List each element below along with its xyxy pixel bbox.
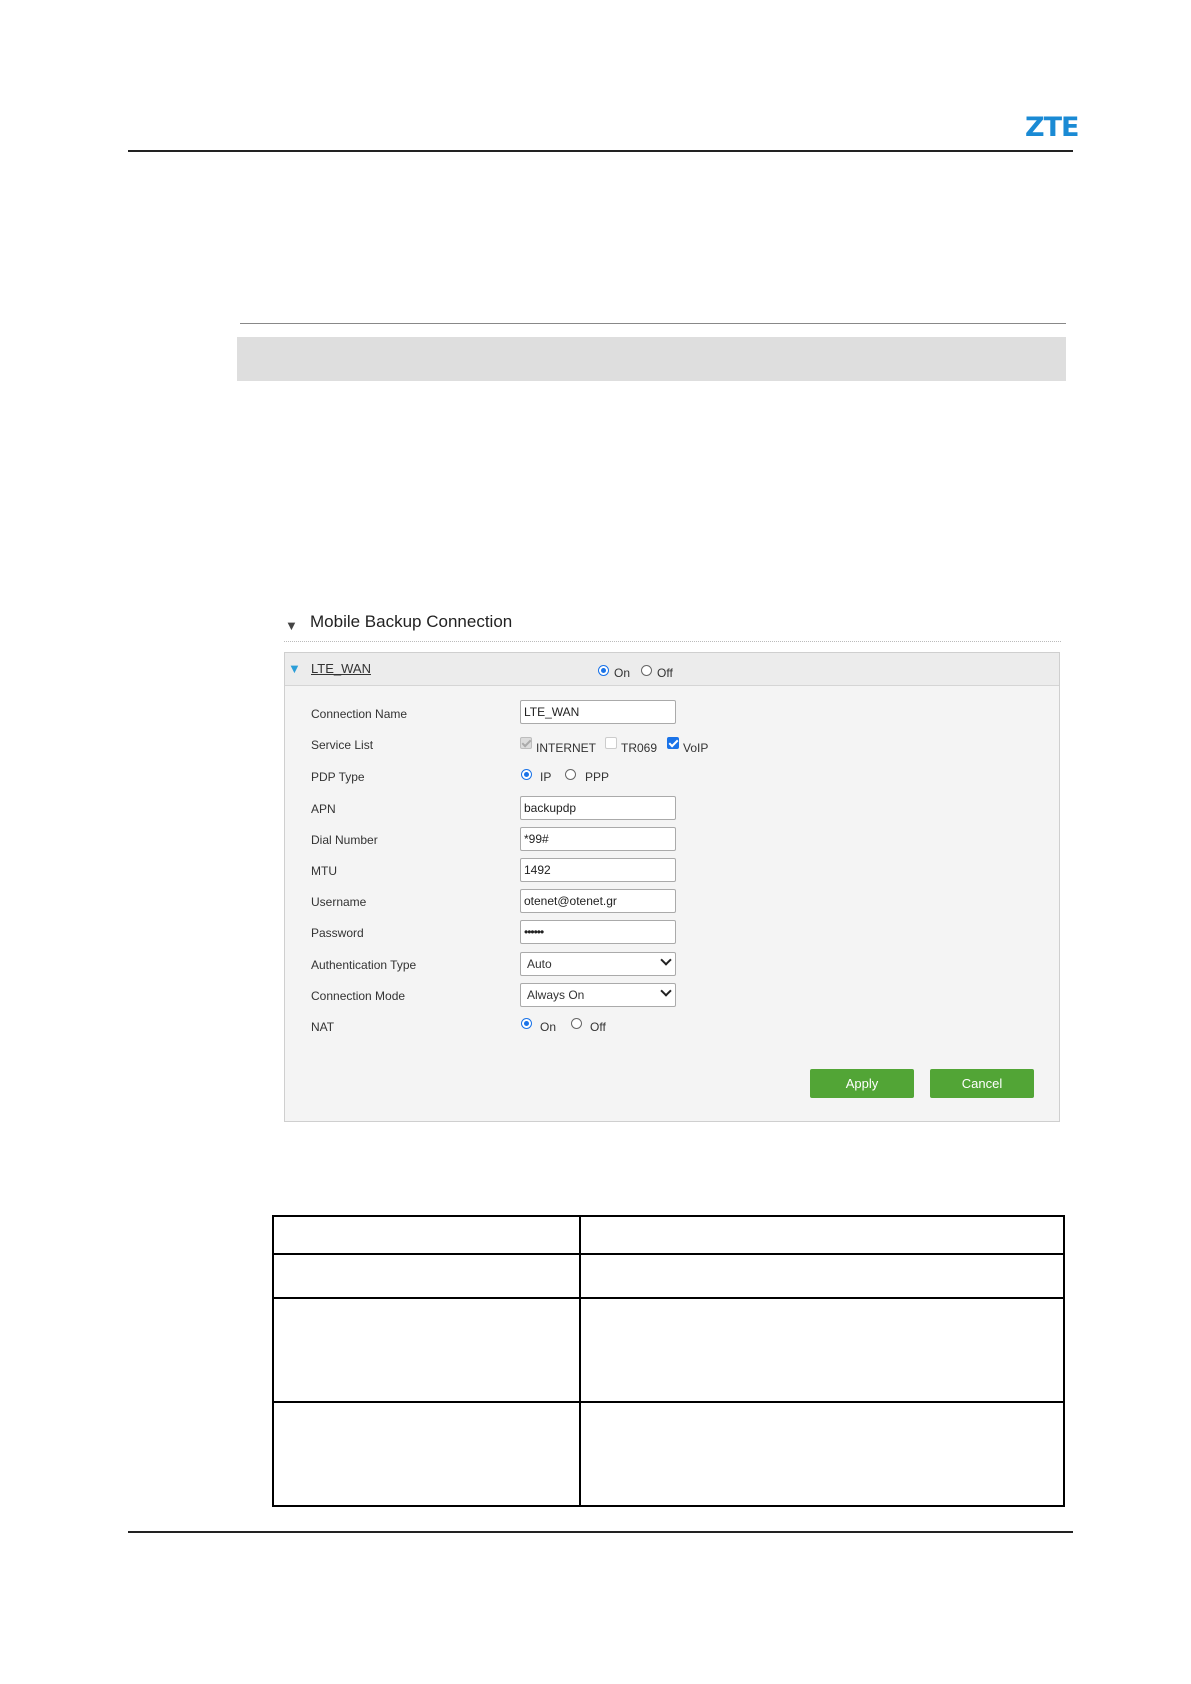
tr069-label: TR069 xyxy=(621,741,658,755)
connection-name-label: Connection Name xyxy=(311,707,408,721)
service-list-label: Service List xyxy=(311,738,374,752)
table-row xyxy=(272,1253,1065,1299)
collapse-triangle-icon[interactable]: ▼ xyxy=(285,618,298,633)
nat-off-radio[interactable] xyxy=(571,1018,582,1029)
voip-checkbox[interactable] xyxy=(667,737,679,749)
apn-label: APN xyxy=(311,802,336,816)
dial-number-input[interactable]: *99# xyxy=(520,827,676,851)
expand-triangle-icon[interactable]: ▼ xyxy=(288,661,301,676)
mtu-label: MTU xyxy=(311,864,337,878)
apn-input[interactable]: backupdp xyxy=(520,796,676,820)
auth-type-label: Authentication Type xyxy=(311,958,417,972)
tr069-checkbox[interactable] xyxy=(605,737,617,749)
shaded-band xyxy=(237,337,1066,381)
password-input[interactable]: •••••• xyxy=(520,920,676,944)
enable-on-label: On xyxy=(614,666,631,680)
table-cell xyxy=(579,1297,1065,1403)
connection-mode-value: Always On xyxy=(527,988,585,1002)
section-title: Mobile Backup Connection xyxy=(310,612,513,631)
username-label: Username xyxy=(311,895,367,909)
connection-name-input[interactable]: LTE_WAN xyxy=(520,700,676,724)
table-cell xyxy=(272,1253,581,1299)
pdp-ip-label: IP xyxy=(540,770,552,784)
nat-label: NAT xyxy=(311,1020,335,1034)
apply-button[interactable]: Apply xyxy=(810,1069,914,1098)
internet-label: INTERNET xyxy=(536,741,596,755)
table-cell xyxy=(272,1215,581,1255)
table-row xyxy=(272,1401,1065,1507)
pdp-type-label: PDP Type xyxy=(311,770,365,784)
table-cell xyxy=(272,1401,581,1507)
nat-on-label: On xyxy=(540,1020,557,1034)
mtu-input[interactable]: 1492 xyxy=(520,858,676,882)
auth-type-value: Auto xyxy=(527,957,552,971)
zte-logo: ZTE xyxy=(1025,112,1079,143)
pdp-ip-radio[interactable] xyxy=(521,769,532,780)
table-cell xyxy=(579,1253,1065,1299)
section-divider xyxy=(284,641,1061,642)
pdp-ppp-radio[interactable] xyxy=(565,769,576,780)
cancel-button[interactable]: Cancel xyxy=(930,1069,1034,1098)
auth-type-select[interactable]: Auto xyxy=(520,952,676,976)
connection-mode-select[interactable]: Always On xyxy=(520,983,676,1007)
enable-off-label: Off xyxy=(657,666,673,680)
dial-number-label: Dial Number xyxy=(311,833,378,847)
nat-on-radio[interactable] xyxy=(521,1018,532,1029)
enable-on-radio[interactable] xyxy=(598,665,609,676)
table-cell xyxy=(579,1215,1065,1255)
connection-name-link[interactable]: LTE_WAN xyxy=(311,661,371,676)
divider-line xyxy=(240,323,1066,324)
table-cell xyxy=(272,1297,581,1403)
voip-label: VoIP xyxy=(683,741,709,755)
nat-off-label: Off xyxy=(590,1020,606,1034)
chevron-down-icon xyxy=(660,954,672,966)
footer-rule xyxy=(128,1531,1073,1533)
pdp-ppp-label: PPP xyxy=(585,770,610,784)
username-input[interactable]: otenet@otenet.gr xyxy=(520,889,676,913)
parameter-table xyxy=(272,1215,1065,1507)
connection-mode-label: Connection Mode xyxy=(311,989,406,1003)
table-row xyxy=(272,1297,1065,1403)
table-cell xyxy=(579,1401,1065,1507)
header-rule xyxy=(128,150,1073,152)
chevron-down-icon xyxy=(660,985,672,997)
table-header-row xyxy=(272,1215,1065,1255)
enable-off-radio[interactable] xyxy=(641,665,652,676)
internet-checkbox[interactable] xyxy=(520,737,532,749)
password-label: Password xyxy=(311,926,364,940)
